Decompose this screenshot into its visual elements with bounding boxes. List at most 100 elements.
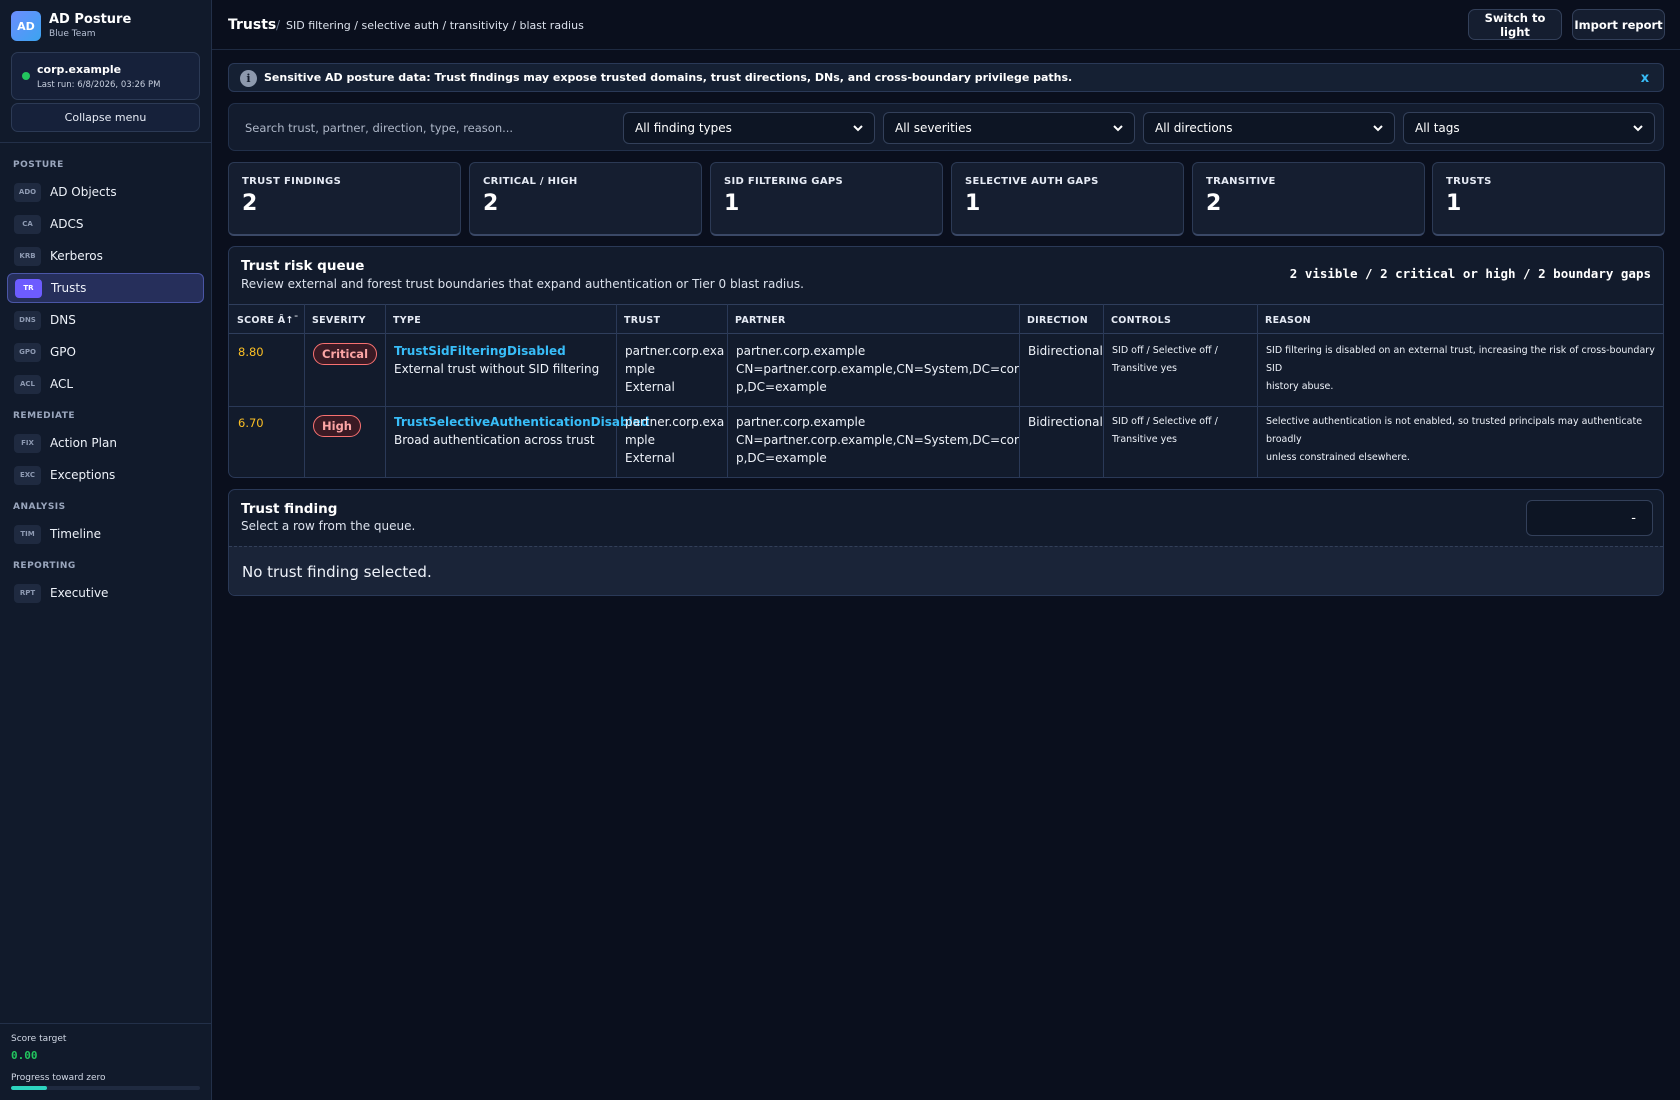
column-header-reason[interactable]: REASON bbox=[1257, 305, 1663, 335]
column-divider bbox=[1103, 304, 1104, 477]
controls-line: Transitive yes bbox=[1112, 434, 1178, 445]
direction-select[interactable]: All directions bbox=[1143, 112, 1395, 144]
controls-line: SID off / Selective off / bbox=[1112, 416, 1218, 427]
sidebar-item-dns[interactable]: DNS DNS bbox=[7, 305, 204, 335]
stat-label: TRUST FINDINGS bbox=[242, 176, 342, 187]
sidebar-item-ad-objects[interactable]: ADO AD Objects bbox=[7, 177, 204, 207]
column-divider bbox=[1019, 304, 1020, 477]
status-dot-icon bbox=[22, 72, 30, 80]
direction-cell: Bidirectional bbox=[1028, 415, 1103, 429]
score-target-label: Score target bbox=[11, 1034, 67, 1044]
close-alert-button[interactable]: x bbox=[1635, 68, 1655, 88]
section-label-analysis: ANALYSIS bbox=[13, 502, 66, 512]
reason-cell: Selective authentication is not enabled,… bbox=[1266, 413, 1663, 467]
collapse-menu-button[interactable]: Collapse menu bbox=[11, 103, 200, 132]
type-description: Broad authentication across trust bbox=[394, 433, 595, 447]
select-value: All finding types bbox=[635, 121, 732, 135]
sidebar-item-timeline[interactable]: TIM Timeline bbox=[7, 519, 204, 549]
detail-subtitle: Select a row from the queue. bbox=[241, 519, 416, 533]
sidebar-item-label: Timeline bbox=[50, 527, 102, 541]
sidebar-item-adcs[interactable]: CA ADCS bbox=[7, 209, 204, 239]
brand-title: AD Posture bbox=[49, 12, 132, 27]
sidebar-item-gpo[interactable]: GPO GPO bbox=[7, 337, 204, 367]
controls-line: SID off / Selective off / bbox=[1112, 345, 1218, 356]
sidebar-item-acl[interactable]: ACL ACL bbox=[7, 369, 204, 399]
trust-kind: External bbox=[625, 380, 675, 394]
page-title: Trusts bbox=[228, 17, 277, 33]
column-divider bbox=[1257, 304, 1258, 477]
table-header: SCORE Â↑¯ SEVERITY TYPE TRUST PARTNER DI… bbox=[229, 304, 1663, 335]
stat-label: SELECTIVE AUTH GAPS bbox=[965, 176, 1099, 187]
severity-select[interactable]: All severities bbox=[883, 112, 1135, 144]
search-input[interactable] bbox=[235, 112, 620, 143]
ad-objects-icon: ADO bbox=[14, 182, 41, 202]
controls-cell: SID off / Selective off / Transitive yes bbox=[1112, 342, 1218, 378]
partner-name: partner.corp.example bbox=[736, 344, 866, 358]
severity-badge: Critical bbox=[313, 343, 378, 365]
direction-cell: Bidirectional bbox=[1028, 344, 1103, 358]
import-report-button[interactable]: Import report bbox=[1572, 9, 1665, 40]
type-cell: TrustSidFilteringDisabled External trust… bbox=[394, 342, 599, 378]
type-link[interactable]: TrustSelectiveAuthenticationDisabled bbox=[394, 413, 649, 431]
sidebar-item-label: Executive bbox=[50, 586, 109, 600]
stat-value: 1 bbox=[1446, 191, 1462, 216]
switch-theme-button[interactable]: Switch to light bbox=[1468, 9, 1562, 40]
topbar: Trusts / SID filtering / selective auth … bbox=[212, 0, 1680, 50]
reason-cell: SID filtering is disabled on an external… bbox=[1266, 342, 1663, 396]
column-header-trust[interactable]: TRUST bbox=[616, 305, 727, 335]
stat-trusts: TRUSTS 1 bbox=[1432, 162, 1665, 236]
sidebar-item-action-plan[interactable]: FIX Action Plan bbox=[7, 428, 204, 458]
column-header-type[interactable]: TYPE bbox=[385, 305, 616, 335]
chevron-down-icon bbox=[1373, 125, 1383, 132]
environment-card[interactable]: corp.example Last run: 6/8/2026, 03:26 P… bbox=[11, 52, 200, 100]
stat-label: SID FILTERING GAPS bbox=[724, 176, 843, 187]
section-label-reporting: REPORTING bbox=[13, 561, 76, 571]
column-header-direction[interactable]: DIRECTION bbox=[1019, 305, 1103, 335]
finding-select[interactable]: - bbox=[1526, 500, 1653, 536]
sidebar-item-trusts[interactable]: TR Trusts bbox=[7, 273, 204, 303]
stat-value: 1 bbox=[724, 191, 740, 216]
progress-bar bbox=[11, 1086, 200, 1090]
column-header-controls[interactable]: CONTROLS bbox=[1103, 305, 1257, 335]
sidebar-divider bbox=[0, 142, 211, 143]
trust-name-wrap: mple bbox=[625, 362, 656, 376]
sidebar-item-label: ADCS bbox=[50, 217, 84, 231]
partner-dn: CN=partner.corp.example,CN=System,DC=cor bbox=[736, 433, 1019, 447]
sidebar-item-executive[interactable]: RPT Executive bbox=[7, 578, 204, 608]
breadcrumb-separator: / bbox=[276, 18, 281, 32]
column-divider bbox=[616, 304, 617, 477]
progress-label: Progress toward zero bbox=[11, 1073, 106, 1083]
sidebar-item-label: Kerberos bbox=[50, 249, 103, 263]
queue-subtitle: Review external and forest trust boundar… bbox=[241, 277, 804, 291]
section-label-posture: POSTURE bbox=[13, 160, 64, 170]
stat-transitive: TRANSITIVE 2 bbox=[1192, 162, 1425, 236]
trust-finding-detail: Trust finding Select a row from the queu… bbox=[228, 489, 1664, 596]
action-plan-icon: FIX bbox=[14, 433, 41, 453]
trusts-icon: TR bbox=[15, 278, 42, 298]
select-value: All tags bbox=[1415, 121, 1460, 135]
last-run: Last run: 6/8/2026, 03:26 PM bbox=[37, 80, 161, 90]
sidebar-item-exceptions[interactable]: EXC Exceptions bbox=[7, 460, 204, 490]
tag-select[interactable]: All tags bbox=[1403, 112, 1655, 144]
finding-type-select[interactable]: All finding types bbox=[623, 112, 875, 144]
section-label-remediate: REMEDIATE bbox=[13, 411, 76, 421]
sidebar-item-kerberos[interactable]: KRB Kerberos bbox=[7, 241, 204, 271]
adcs-icon: CA bbox=[14, 214, 41, 234]
stat-critical-high: CRITICAL / HIGH 2 bbox=[469, 162, 702, 236]
column-header-score[interactable]: SCORE Â↑¯ bbox=[229, 305, 304, 335]
gpo-icon: GPO bbox=[14, 342, 41, 362]
type-link[interactable]: TrustSidFilteringDisabled bbox=[394, 342, 599, 360]
queue-summary: 2 visible / 2 critical or high / 2 bound… bbox=[1289, 266, 1651, 281]
sidebar-item-label: Action Plan bbox=[50, 436, 117, 450]
stat-value: 1 bbox=[965, 191, 981, 216]
sidebar-item-label: ACL bbox=[50, 377, 74, 391]
stat-value: 2 bbox=[1206, 191, 1222, 216]
column-header-severity[interactable]: SEVERITY bbox=[304, 305, 385, 335]
row-divider bbox=[229, 406, 1663, 407]
trust-name-wrap: mple bbox=[625, 433, 656, 447]
reason-line: history abuse. bbox=[1266, 381, 1334, 392]
partner-cell: partner.corp.example CN=partner.corp.exa… bbox=[736, 342, 1019, 396]
sensitive-data-alert: i Sensitive AD posture data: Trust findi… bbox=[228, 63, 1664, 92]
column-header-partner[interactable]: PARTNER bbox=[727, 305, 1019, 335]
sidebar-footer-divider bbox=[0, 1023, 211, 1024]
